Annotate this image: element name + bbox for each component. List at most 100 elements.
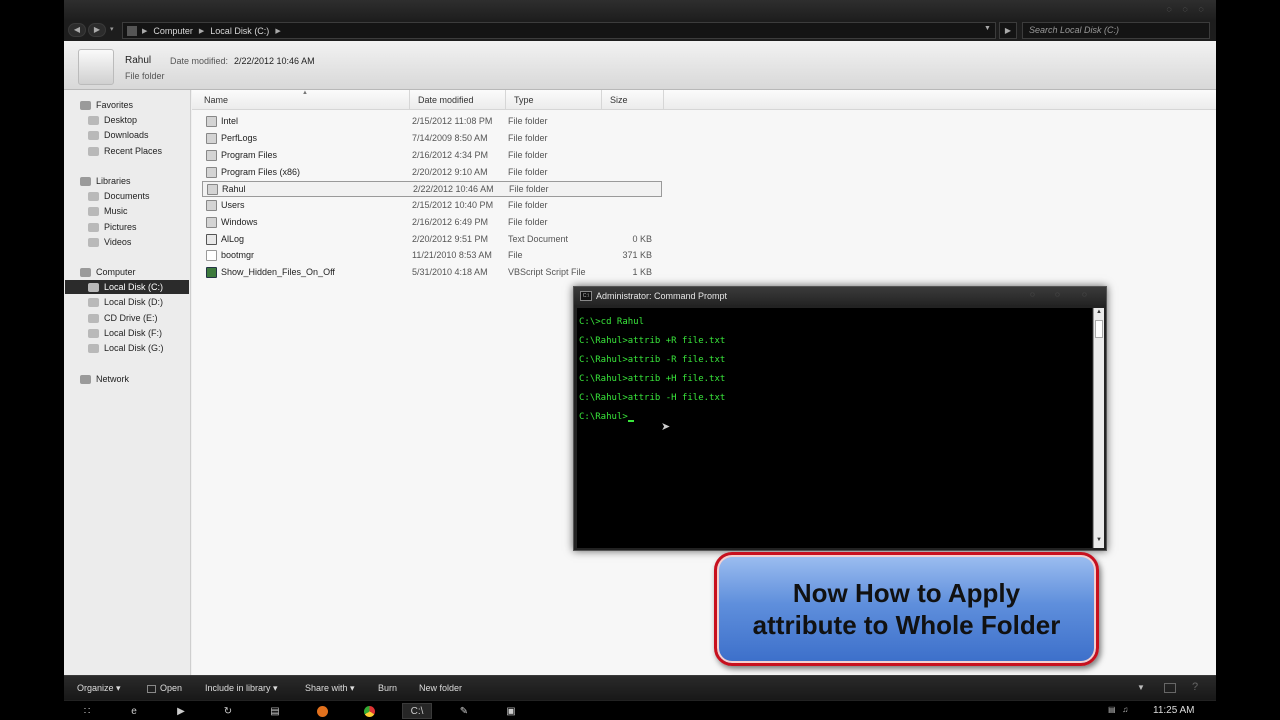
- sort-up-icon: ▲: [302, 90, 308, 96]
- details-kind: File folder: [125, 71, 165, 81]
- minimize-icon[interactable]: ◌: [1030, 290, 1035, 299]
- file-row[interactable]: Program Files 2/16/2012 4:34 PM File folde…: [202, 148, 662, 164]
- back-button[interactable]: ◀: [68, 23, 86, 37]
- preview-pane-icon[interactable]: [1164, 683, 1176, 693]
- nav-downloads-label: Downloads: [104, 130, 149, 140]
- command-prompt-titlebar[interactable]: C:\ Administrator: Command Prompt ◌ ◌ ◌: [574, 287, 1106, 305]
- column-header-type[interactable]: Type: [506, 90, 602, 110]
- include-in-library-button[interactable]: Include in library ▾: [205, 683, 278, 694]
- nav-libraries[interactable]: Libraries: [80, 174, 131, 188]
- nav-local-disk-d[interactable]: Local Disk (D:): [88, 295, 163, 309]
- open-button[interactable]: Open: [147, 683, 182, 693]
- file-row[interactable]: Users 2/15/2012 10:40 PM File folder: [202, 198, 662, 214]
- file-row[interactable]: PerfLogs 7/14/2009 8:50 AM File folder: [202, 131, 662, 147]
- file-row[interactable]: Windows 2/16/2012 6:49 PM File folder: [202, 215, 662, 231]
- chrome-icon[interactable]: [354, 703, 384, 719]
- nav-music[interactable]: Music: [88, 204, 128, 218]
- recent-pages-dropdown-icon[interactable]: ▾: [110, 25, 114, 33]
- address-bar[interactable]: ▶ Computer ▶ Local Disk (C:) ▶: [122, 22, 996, 39]
- refresh-button[interactable]: ▶: [999, 22, 1017, 39]
- organize-button[interactable]: Organize ▾: [77, 683, 121, 694]
- nav-downloads[interactable]: Downloads: [88, 128, 149, 142]
- nav-documents[interactable]: Documents: [88, 189, 150, 203]
- file-size: 0 KB: [632, 234, 652, 244]
- firefox-icon[interactable]: [307, 703, 337, 719]
- internet-explorer-icon[interactable]: e: [119, 703, 149, 719]
- scroll-up-icon[interactable]: ▲: [1096, 309, 1102, 315]
- forward-button[interactable]: ▶: [88, 23, 106, 37]
- videos-icon: [88, 237, 99, 247]
- file-type: Text Document: [508, 234, 569, 244]
- nav-cd-drive-e-label: CD Drive (E:): [104, 313, 158, 323]
- console-prompt: C:\Rahul>: [579, 412, 628, 422]
- file-row[interactable]: Program Files (x86) 2/20/2012 9:10 AM File…: [202, 165, 662, 181]
- star-icon: [80, 100, 91, 110]
- nav-local-disk-f[interactable]: Local Disk (F:): [88, 326, 162, 340]
- console-prompt-line: C:\Rahul>: [579, 412, 634, 422]
- media-player-icon[interactable]: ▶: [166, 703, 196, 719]
- maximize-icon[interactable]: ◌: [1178, 2, 1192, 16]
- network-tray-icon[interactable]: ▤: [1108, 705, 1116, 714]
- breadcrumb-computer[interactable]: Computer: [153, 26, 193, 36]
- address-row: ◀ ▶ ▾ ▶ Computer ▶ Local Disk (C:) ▶ ▼ ▶…: [64, 20, 1216, 41]
- clock[interactable]: 11:25 AM: [1153, 705, 1195, 716]
- column-headers: Name Date modified Type Size ▲: [192, 90, 1216, 110]
- change-view-icon[interactable]: ▼: [1137, 683, 1145, 692]
- system-tray[interactable]: ▤ ♫: [1108, 705, 1128, 714]
- console-output[interactable]: C:\>cd Rahul C:\Rahul>attrib +R file.txt…: [577, 308, 1092, 548]
- nav-network[interactable]: Network: [80, 372, 129, 386]
- minimize-icon[interactable]: ◌: [1162, 2, 1176, 16]
- share-with-button[interactable]: Share with ▾: [305, 683, 355, 694]
- new-folder-button[interactable]: New folder: [419, 683, 462, 693]
- start-button-icon[interactable]: ∷: [72, 703, 102, 719]
- paint-app-icon[interactable]: ✎: [449, 703, 479, 719]
- close-icon[interactable]: ◌: [1194, 2, 1208, 16]
- column-header-size[interactable]: Size: [602, 90, 664, 110]
- nav-favorites[interactable]: Favorites: [80, 98, 133, 112]
- maximize-icon[interactable]: ◌: [1055, 290, 1060, 299]
- file-row[interactable]: Intel 2/15/2012 11:08 PM File folder: [202, 114, 662, 130]
- command-prompt-task-icon[interactable]: C:\: [402, 703, 432, 719]
- nav-desktop[interactable]: Desktop: [88, 113, 137, 127]
- screen-recorder-icon[interactable]: ▣: [496, 703, 526, 719]
- nav-network-label: Network: [96, 374, 130, 384]
- file-type: File folder: [508, 200, 548, 210]
- search-input[interactable]: Search Local Disk (C:): [1022, 22, 1210, 39]
- text-cursor: [627, 420, 634, 422]
- nav-computer[interactable]: Computer: [80, 265, 136, 279]
- explorer-app-icon[interactable]: ▤: [260, 703, 290, 719]
- command-prompt-window[interactable]: C:\ Administrator: Command Prompt ◌ ◌ ◌ …: [573, 286, 1107, 551]
- column-header-date-modified[interactable]: Date modified: [410, 90, 506, 110]
- nav-videos[interactable]: Videos: [88, 235, 131, 249]
- burn-button[interactable]: Burn: [378, 683, 397, 693]
- scroll-down-icon[interactable]: ▼: [1096, 537, 1102, 543]
- console-scrollbar[interactable]: ▲ ▼: [1093, 308, 1104, 548]
- file-row[interactable]: AlLog 2/20/2012 9:51 PM Text Document 0 KB: [202, 232, 662, 248]
- file-type: File folder: [508, 133, 548, 143]
- file-row-selected[interactable]: Rahul 2/22/2012 10:46 AM File folder: [202, 181, 662, 197]
- refresh-app-icon[interactable]: ↻: [213, 703, 243, 719]
- scroll-thumb[interactable]: [1095, 320, 1103, 338]
- address-dropdown-icon[interactable]: ▼: [984, 25, 991, 32]
- console-line: C:\Rahul>attrib +H file.txt: [579, 374, 726, 384]
- file-type: File folder: [508, 150, 548, 160]
- file-name: Rahul: [222, 184, 246, 194]
- file-row[interactable]: Show_Hidden_Files_On_Off 5/31/2010 4:18 A…: [202, 265, 662, 281]
- help-icon[interactable]: ?: [1192, 681, 1198, 693]
- folder-icon: [207, 184, 218, 195]
- volume-icon[interactable]: ♫: [1122, 705, 1128, 714]
- folder-icon: [206, 167, 217, 178]
- nav-favorites-label: Favorites: [96, 100, 134, 110]
- close-icon[interactable]: ◌: [1082, 290, 1087, 299]
- nav-cd-drive-e[interactable]: CD Drive (E:): [88, 311, 158, 325]
- breadcrumb-local-disk-c[interactable]: Local Disk (C:): [210, 26, 269, 36]
- file-row[interactable]: bootmgr 11/21/2010 8:53 AM File 371 KB: [202, 248, 662, 264]
- nav-local-disk-c[interactable]: Local Disk (C:): [65, 280, 189, 294]
- recent-places-icon: [88, 146, 99, 156]
- file-name: Program Files: [221, 150, 278, 160]
- navigation-pane: Favorites Desktop Downloads Recent Place…: [64, 90, 191, 675]
- nav-local-disk-g[interactable]: Local Disk (G:): [88, 341, 164, 355]
- file-name: Windows: [221, 217, 258, 227]
- nav-pictures[interactable]: Pictures: [88, 220, 137, 234]
- nav-recent-places[interactable]: Recent Places: [88, 144, 162, 158]
